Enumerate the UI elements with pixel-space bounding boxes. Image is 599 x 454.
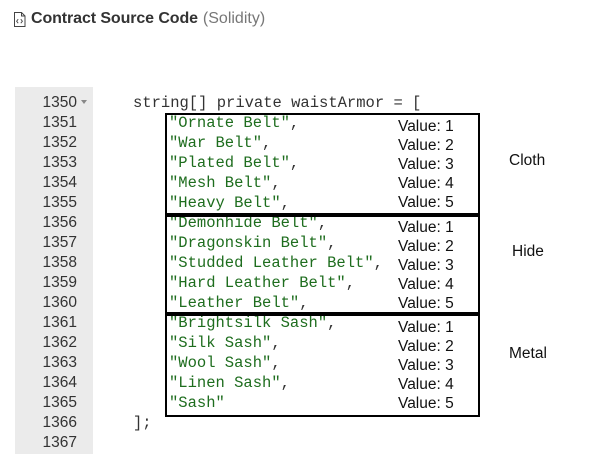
code-line: 1367 [15, 433, 599, 453]
value-annotation: Value: 1 [398, 219, 454, 236]
code-line: 1350 string[] private waistArmor = [ [15, 93, 599, 113]
line-number: 1357 [42, 234, 77, 251]
line-number: 1365 [42, 394, 77, 411]
language-label: (Solidity) [202, 10, 266, 27]
code-text: ]; [133, 414, 152, 432]
page-title: Contract Source Code [31, 10, 198, 27]
line-number: 1366 [42, 414, 77, 431]
group-label-cloth: Cloth [509, 152, 546, 169]
value-annotation: Value: 5 [398, 295, 454, 312]
line-number: 1351 [42, 114, 77, 131]
value-annotation: Value: 4 [398, 175, 454, 192]
code-editor[interactable]: 1350 string[] private waistArmor = [1351 "… [15, 87, 599, 454]
value-annotation: Value: 2 [398, 137, 454, 154]
line-number: 1361 [42, 314, 77, 331]
value-annotation: Value: 3 [398, 156, 454, 173]
line-number: 1355 [42, 194, 77, 211]
value-annotation: Value: 4 [398, 276, 454, 293]
value-annotation: Value: 1 [398, 118, 454, 135]
line-number: 1362 [42, 334, 77, 351]
value-annotation: Value: 5 [398, 395, 454, 412]
code-text: string[] private waistArmor = [ [133, 94, 422, 112]
value-annotation: Value: 5 [398, 194, 454, 211]
line-number: 1363 [42, 354, 77, 371]
line-number: 1367 [42, 434, 77, 451]
group-label-metal: Metal [509, 345, 547, 362]
fold-toggle-icon[interactable] [81, 100, 87, 104]
line-number: 1359 [42, 274, 77, 291]
value-annotation: Value: 2 [398, 238, 454, 255]
value-annotation: Value: 3 [398, 257, 454, 274]
value-annotation: Value: 3 [398, 357, 454, 374]
line-number: 1360 [42, 294, 77, 311]
file-code-icon [14, 11, 26, 27]
line-number: 1350 [42, 94, 77, 111]
line-number: 1358 [42, 254, 77, 271]
line-number: 1364 [42, 374, 77, 391]
line-number: 1353 [42, 154, 77, 171]
value-annotation: Value: 1 [398, 319, 454, 336]
value-annotation: Value: 2 [398, 338, 454, 355]
group-label-hide: Hide [512, 243, 544, 260]
line-number: 1356 [42, 214, 77, 231]
line-number: 1354 [42, 174, 77, 191]
value-annotation: Value: 4 [398, 376, 454, 393]
contract-source-header: Contract Source Code (Solidity) [13, 8, 265, 30]
line-number: 1352 [42, 134, 77, 151]
